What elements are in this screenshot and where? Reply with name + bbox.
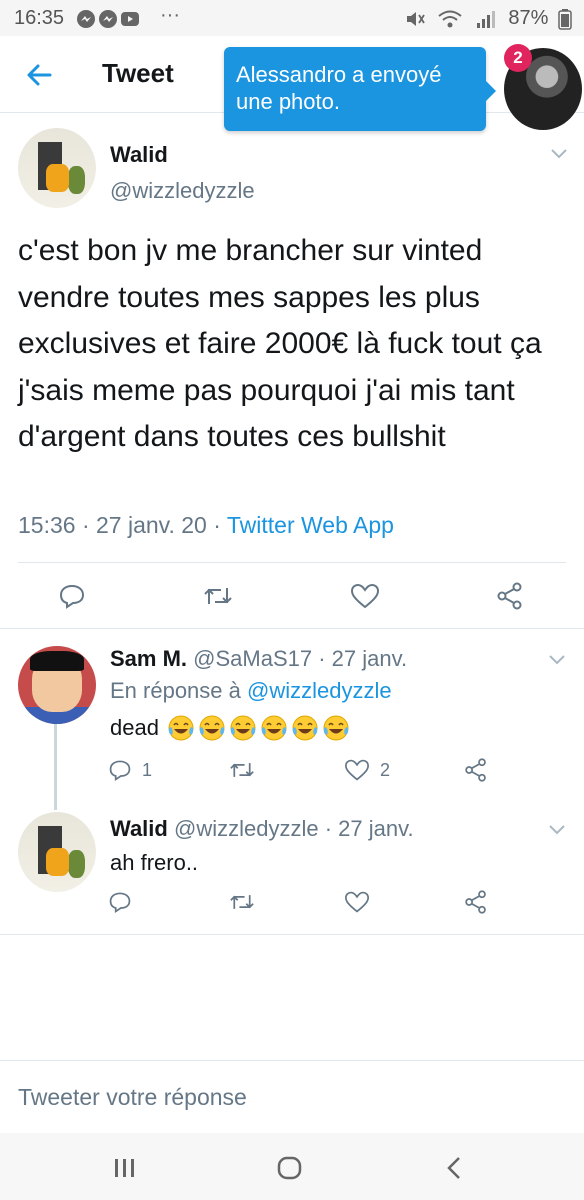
system-nav-bar — [0, 1133, 584, 1200]
author-handle[interactable]: @wizzledyzzle — [110, 178, 255, 204]
reply-button[interactable] — [58, 582, 86, 610]
heart-icon — [344, 759, 370, 781]
reply-text: ah frero.. — [110, 850, 199, 875]
tears-of-joy-emoji-icon — [199, 715, 225, 741]
youtube-icon — [121, 12, 139, 26]
share-button[interactable] — [496, 582, 524, 610]
tears-of-joy-emoji-icon — [261, 715, 287, 741]
chevron-down-icon[interactable] — [548, 824, 566, 836]
author-name[interactable]: Sam M. — [110, 646, 187, 671]
unread-badge: 2 — [504, 44, 532, 72]
messenger-icon — [77, 10, 95, 28]
chevron-down-icon[interactable] — [548, 654, 566, 666]
tears-of-joy-emoji-icon — [230, 715, 256, 741]
mute-icon — [406, 11, 425, 26]
author-name[interactable]: Walid — [110, 816, 168, 841]
retweet-icon — [204, 588, 232, 604]
battery-level: 87% — [508, 7, 549, 29]
like-button[interactable] — [344, 890, 370, 914]
share-icon — [497, 582, 522, 610]
tears-of-joy-emoji-icon — [168, 715, 194, 741]
replying-to-label: En réponse à — [110, 678, 241, 703]
reply-icon — [109, 892, 131, 914]
page-title: Tweet — [102, 58, 174, 88]
share-button[interactable] — [464, 758, 488, 782]
reply-button[interactable]: 1 — [108, 758, 152, 782]
author-handle[interactable]: @SaMaS17 — [193, 646, 312, 671]
avatar[interactable] — [18, 646, 96, 724]
like-button[interactable] — [350, 582, 380, 610]
reply-date: · 27 janv. — [318, 646, 408, 671]
divider — [0, 934, 584, 935]
chevron-down-icon[interactable] — [550, 148, 568, 160]
status-app-icons — [76, 8, 156, 35]
tweet-meta: 15:36 · 27 janv. 20 · Twitter Web App — [18, 512, 394, 539]
chat-notification-bubble[interactable]: Alessandro a envoyé une photo. — [224, 47, 496, 131]
reply-text: dead — [110, 714, 353, 742]
share-button[interactable] — [464, 890, 488, 914]
tweet-date[interactable]: 27 janv. 20 — [96, 512, 207, 538]
retweet-button[interactable] — [228, 758, 256, 782]
messenger-icon — [99, 10, 117, 28]
like-count: 2 — [380, 759, 391, 780]
tweet-time: 15:36 — [18, 512, 76, 538]
battery-icon — [558, 8, 572, 30]
tears-of-joy-emoji-icon — [323, 715, 349, 741]
retweet-button[interactable] — [228, 890, 256, 914]
tears-of-joy-emoji-icon — [292, 715, 318, 741]
back-nav-icon[interactable] — [444, 1155, 464, 1181]
share-icon — [465, 758, 486, 782]
avatar[interactable] — [18, 812, 96, 892]
meta-separator: · — [81, 512, 90, 538]
reply-header: Sam M. @SaMaS17 · 27 janv. — [110, 646, 407, 672]
signal-icon — [476, 10, 495, 28]
reply-count: 1 — [142, 759, 153, 780]
retweet-icon — [230, 895, 254, 909]
recent-apps-icon[interactable] — [112, 1157, 138, 1179]
meta-separator: · — [213, 512, 221, 538]
tweet-text: c'est bon jv me brancher sur vinted vend… — [18, 234, 542, 453]
like-button[interactable]: 2 — [344, 758, 390, 782]
reply-text-content: dead — [110, 715, 159, 740]
status-more: ··· — [160, 4, 180, 26]
emoji-row — [167, 714, 353, 742]
replying-to: En réponse à @wizzledyzzle — [110, 678, 392, 704]
heart-icon — [350, 583, 380, 609]
back-arrow-icon[interactable] — [24, 60, 54, 90]
reply-composer[interactable]: Tweeter votre réponse — [0, 1060, 584, 1133]
divider — [18, 562, 566, 563]
avatar[interactable] — [18, 128, 96, 208]
reply-button[interactable] — [108, 890, 132, 914]
divider — [0, 628, 584, 629]
notification-text: Alessandro a envoyé une photo. — [236, 62, 442, 114]
status-time: 16:35 — [14, 7, 65, 29]
replying-to-mention[interactable]: @wizzledyzzle — [247, 678, 392, 703]
home-icon[interactable] — [276, 1155, 304, 1181]
reply-icon — [109, 760, 131, 782]
wifi-icon — [438, 10, 462, 28]
thread-line — [54, 724, 57, 810]
chat-head[interactable]: 2 — [502, 44, 582, 134]
share-icon — [465, 890, 486, 914]
reply-date: · 27 janv. — [324, 816, 414, 841]
bubble-pointer — [486, 81, 496, 101]
reply-icon — [59, 584, 85, 609]
tweet-source[interactable]: Twitter Web App — [227, 512, 394, 538]
retweet-icon — [230, 763, 254, 777]
heart-icon — [344, 891, 370, 913]
author-name[interactable]: Walid — [110, 142, 168, 168]
reply-header: Walid @wizzledyzzle · 27 janv. — [110, 816, 414, 842]
author-handle[interactable]: @wizzledyzzle — [174, 816, 319, 841]
status-right: 87% — [404, 7, 572, 30]
retweet-button[interactable] — [202, 582, 234, 610]
reply-input[interactable]: Tweeter votre réponse — [18, 1084, 247, 1111]
status-bar: 16:35 ··· 87% — [0, 0, 584, 36]
